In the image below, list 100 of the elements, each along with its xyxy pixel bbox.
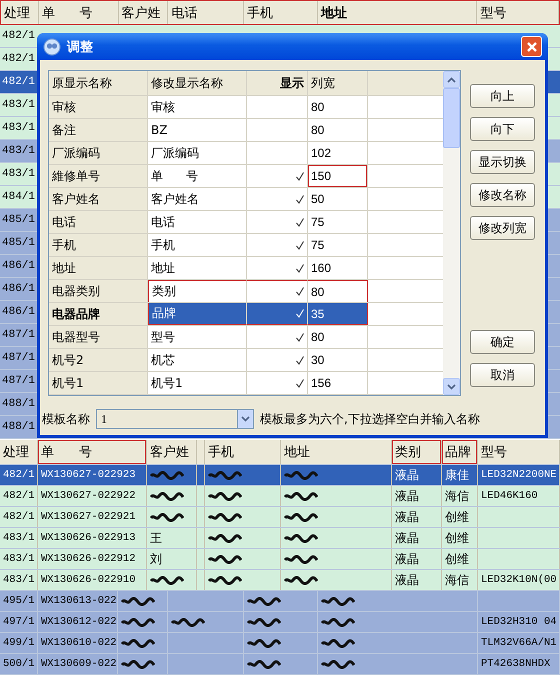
table-cell: 地址 <box>49 257 148 279</box>
scrollbar-track[interactable] <box>443 71 460 395</box>
table-cell-text: 488/1 <box>1 421 36 433</box>
table-cell: 厂派编码 <box>148 142 247 164</box>
action-button[interactable]: 修改名称 <box>470 183 535 207</box>
table-cell: 电器型号 <box>49 326 148 348</box>
table-row[interactable]: 482/1 WX130627-022921 液晶 创维 <box>0 507 560 528</box>
column-header-cell[interactable]: 客户姓 <box>147 440 197 464</box>
table-cell-text: 484/1 <box>1 191 36 203</box>
scroll-down-button[interactable] <box>443 378 460 395</box>
grid-row[interactable]: 地址 地址 160 <box>49 257 443 280</box>
template-field[interactable]: 1 <box>96 409 237 429</box>
table-row[interactable]: 483/1 WX130626-022913 王 液晶 创维 <box>0 528 560 549</box>
table-row[interactable]: 497/1 WX130612-022 LED32H310 04 <box>0 612 560 633</box>
table-cell: 497/1 <box>3 616 35 628</box>
column-header[interactable]: 客户姓 <box>122 4 161 22</box>
table-cell: 电话 <box>148 211 247 233</box>
grid-row[interactable]: 客户姓名 客户姓名 50 <box>49 188 443 211</box>
table-cell-text: 487/1 <box>1 375 36 387</box>
grid-row[interactable]: 电器型号 型号 80 <box>49 326 443 349</box>
hint-text: 模板最多为六个,下拉选择空白并输入名称 <box>260 410 480 428</box>
table-cell: 型号 <box>148 326 247 348</box>
action-button[interactable]: 向下 <box>470 117 535 141</box>
dropdown-button[interactable] <box>237 409 254 429</box>
action-button[interactable]: 向上 <box>470 84 535 108</box>
dialog-button[interactable]: 取消 <box>470 363 535 387</box>
table-row[interactable]: 500/1 WX130609-022 PT42638NHDX <box>0 654 560 675</box>
column-header: 客户姓 <box>150 444 189 461</box>
grid-row[interactable]: 手机 手机 75 <box>49 234 443 257</box>
table-cell: 150 <box>308 165 368 187</box>
column-header: 处理 <box>3 444 29 461</box>
column-header-cell[interactable]: 单 号 <box>38 440 147 464</box>
table-cell: TLM32V66A/N1 <box>481 637 557 649</box>
table-cell-text: 485/1 <box>1 237 36 249</box>
action-button[interactable]: 显示切换 <box>470 150 535 174</box>
column-header: 显示 <box>247 71 308 95</box>
grid-row[interactable]: 机号1 机号1 156 <box>49 372 443 395</box>
table-row[interactable]: 499/1 WX130610-022 TLM32V66A/N1 <box>0 633 560 654</box>
table-cell: 创维 <box>445 530 469 546</box>
caret-up-icon <box>447 76 456 82</box>
scroll-thumb[interactable] <box>443 88 460 148</box>
table-cell-text: 483/1 <box>1 99 36 111</box>
column-header[interactable]: 处理 <box>4 4 30 22</box>
table-cell: WX130626-022910 <box>41 574 136 586</box>
table-cell: WX130627-022923 <box>41 469 136 481</box>
column-header-cell[interactable]: 处理 <box>0 440 38 464</box>
table-cell: 75 <box>308 211 368 233</box>
table-cell: 刘 <box>150 550 162 568</box>
table-cell: 单 号 <box>148 165 247 187</box>
table-cell: 液晶 <box>395 466 419 484</box>
table-cell: 海信 <box>445 488 469 504</box>
table-cell: WX130610-022 <box>41 637 117 649</box>
grid-row[interactable]: 备注 BZ 80 <box>49 119 443 142</box>
table-cell: 156 <box>308 372 368 394</box>
column-header-cell[interactable]: 地址 <box>281 440 392 464</box>
table-cell-text: 482/1 <box>1 30 36 42</box>
column-header[interactable]: 手机 <box>247 4 274 22</box>
table-cell: 102 <box>308 142 368 164</box>
action-button[interactable]: 修改列宽 <box>470 216 535 240</box>
dialog-button[interactable]: 确定 <box>470 330 535 354</box>
table-cell: 80 <box>308 280 368 302</box>
column-header-cell[interactable]: 型号 <box>478 440 560 464</box>
column-header-cell[interactable]: 手机 <box>205 440 281 464</box>
close-button[interactable] <box>521 36 542 57</box>
column-header[interactable]: 地址 <box>320 4 347 22</box>
table-cell: 电话 <box>49 211 148 233</box>
grid-row[interactable]: 审核 审核 80 <box>49 96 443 119</box>
table-cell: LED32N2200NE <box>481 469 557 481</box>
table-cell: 80 <box>308 326 368 348</box>
table-cell: WX130612-022 <box>41 616 117 628</box>
column-header[interactable]: 电话 <box>171 4 198 22</box>
column-header[interactable]: 型号 <box>480 4 506 22</box>
table-row[interactable]: 482/1 WX130627-022923 液晶 康佳 LED32N2200NE <box>0 465 560 486</box>
column-header-cell[interactable]: 类别 <box>392 440 442 464</box>
table-cell: WX130627-022921 <box>41 511 136 523</box>
table-cell-text: 482/1 <box>1 53 36 65</box>
scroll-up-button[interactable] <box>443 71 460 88</box>
grid-row[interactable]: 机号2 机芯 30 <box>49 349 443 372</box>
table-cell: WX130613-022 <box>41 595 117 607</box>
grid-row[interactable]: 厂派编码 厂派编码 102 <box>49 142 443 165</box>
table-row[interactable]: 495/1 WX130613-022 <box>0 591 560 612</box>
table-cell: PT42638NHDX <box>481 658 550 670</box>
grid-row[interactable]: 电话 电话 75 <box>49 211 443 234</box>
column-header-cell[interactable]: 品牌 <box>442 440 478 464</box>
table-cell: 液晶 <box>395 508 419 526</box>
table-row[interactable]: 482/1 WX130627-022922 液晶 海信 LED46K160 <box>0 486 560 507</box>
close-icon <box>526 40 538 52</box>
table-cell: WX130627-022922 <box>41 490 136 502</box>
table-cell: 王 <box>150 530 162 546</box>
table-cell: LED32K10N(00 <box>481 574 557 586</box>
column-header[interactable]: 单 号 <box>42 4 93 22</box>
field-label: 模板名称 <box>42 410 90 428</box>
table-row[interactable]: 483/1 WX130626-022912 刘 液晶 创维 <box>0 549 560 570</box>
table-cell: 液晶 <box>395 572 419 588</box>
table-row[interactable]: 483/1 WX130626-022910 液晶 海信 LED32K10N(00 <box>0 570 560 591</box>
table-cell: 80 <box>308 96 368 118</box>
grid-row[interactable]: 电器品牌 品牌 35 <box>49 303 443 326</box>
grid-row[interactable]: 維修单号 单 号 150 <box>49 165 443 188</box>
table-cell: BZ <box>148 119 247 141</box>
column-header: 类别 <box>395 444 421 461</box>
